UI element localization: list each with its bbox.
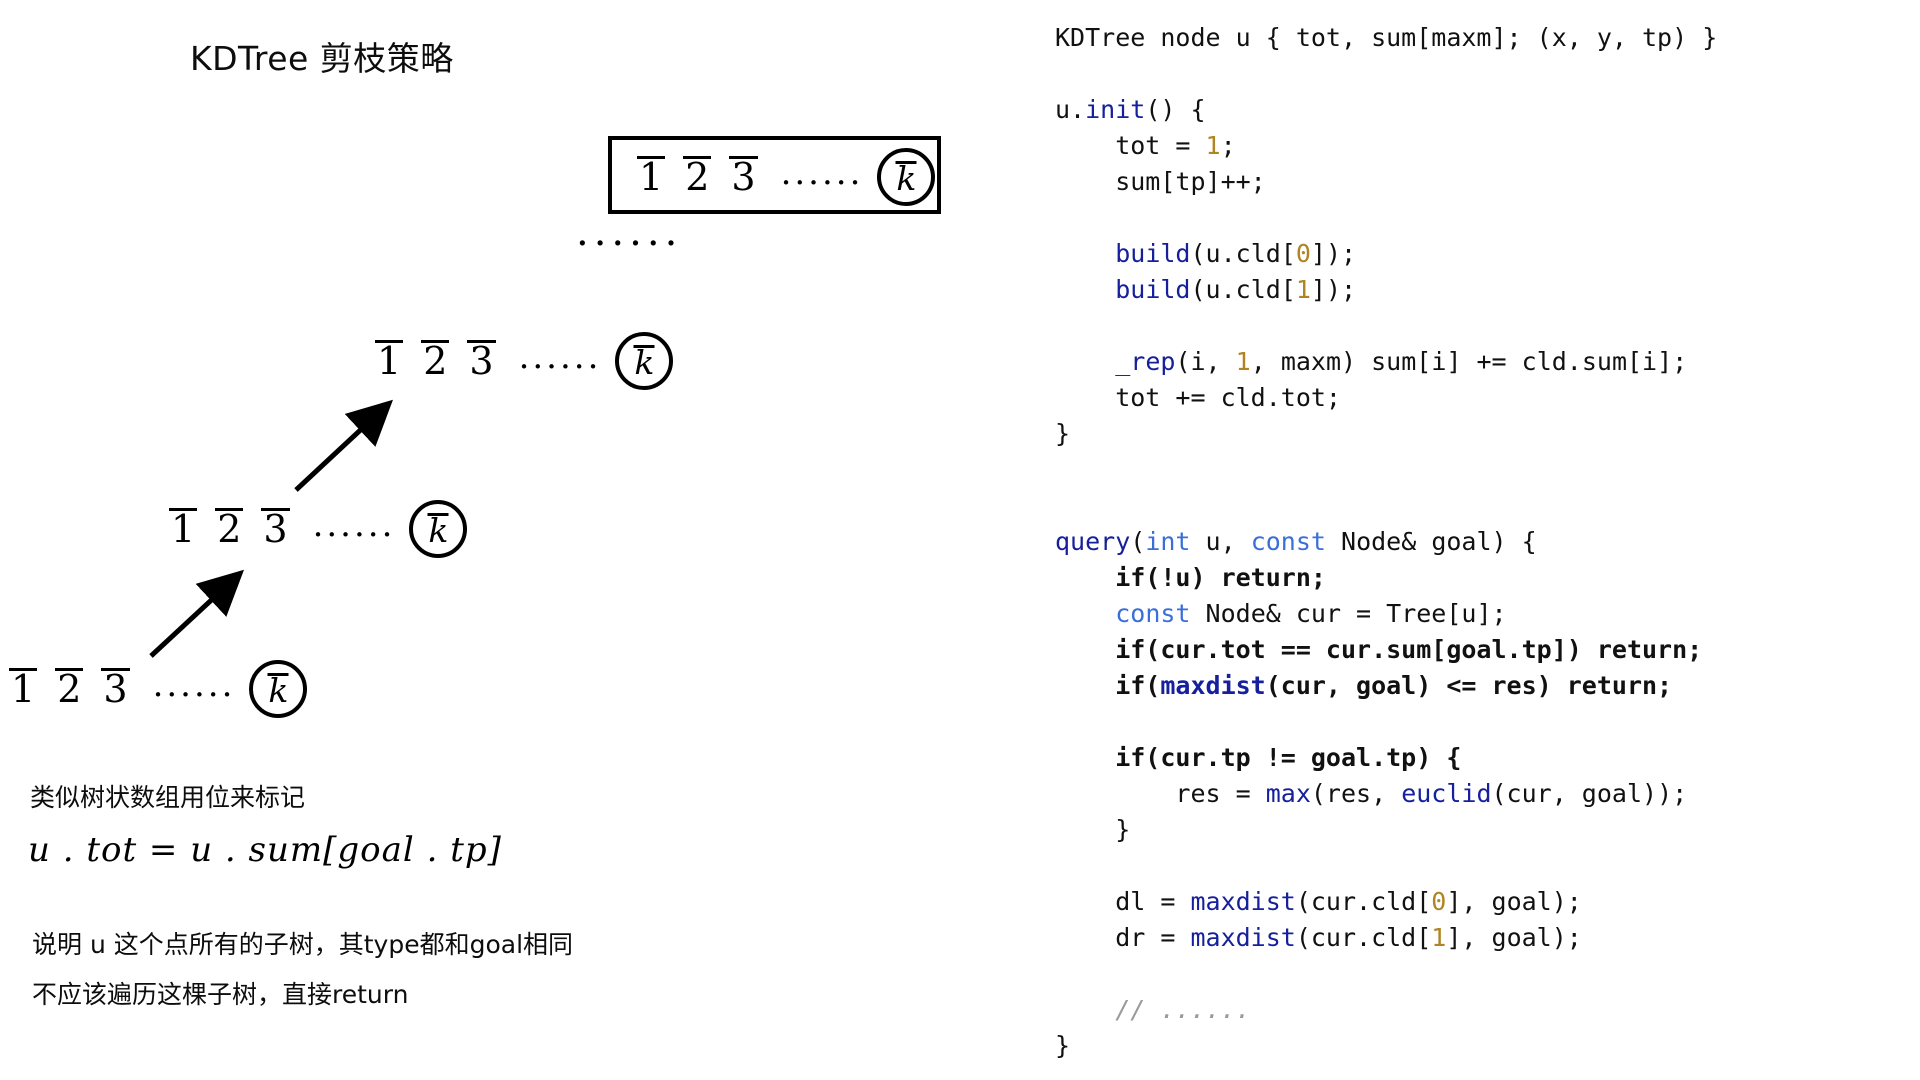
array-cell: 1 <box>169 507 198 551</box>
array-cell: 3 <box>729 155 758 199</box>
array-cell: 2 <box>215 507 244 551</box>
overbar <box>55 668 84 671</box>
arrow-up-right-icon <box>294 399 393 492</box>
formula-tot-equals-sum: u . tot = u . sum[goal . tp] <box>28 830 502 870</box>
overbar <box>683 156 712 159</box>
overbar <box>169 508 198 511</box>
k-label: k <box>268 670 289 710</box>
array-row-level3: 1 2 3 ...... k <box>160 500 468 558</box>
code-line: if(cur.tp != goal.tp) { <box>1055 743 1462 772</box>
array-cell: 2 <box>683 155 712 199</box>
overbar <box>215 508 244 511</box>
code-line: dr = maxdist(cur.cld[1], goal); <box>1055 923 1582 952</box>
code-line: KDTree node u { tot, sum[maxm]; (x, y, t… <box>1055 23 1718 52</box>
overbar <box>101 668 130 671</box>
k-label: k <box>428 510 449 550</box>
note-explanation-line1: 说明 u 这个点所有的子树，其type都和goal相同 <box>32 930 574 959</box>
overbar <box>637 156 666 159</box>
page-title: KDTree 剪枝策略 <box>190 39 454 78</box>
code-line: if(!u) return; <box>1055 563 1326 592</box>
array-row-level2: 1 2 3 ...... k <box>366 332 674 390</box>
highlighted-k-node: k <box>615 332 674 390</box>
ellipsis: ...... <box>780 153 864 193</box>
code-line: } <box>1055 815 1131 844</box>
code-line: _rep(i, 1, maxm) sum[i] += cld.sum[i]; <box>1115 347 1688 376</box>
code-line: const Node& cur = Tree[u]; <box>1115 599 1507 628</box>
array-cell: 1 <box>637 155 666 199</box>
k-label: k <box>896 158 917 198</box>
code-line: res = max(res, euclid(cur, goal)); <box>1055 779 1688 808</box>
overbar <box>261 508 290 511</box>
array-cell: 2 <box>421 339 450 383</box>
ellipsis: ...... <box>152 665 236 705</box>
code-line: build(u.cld[0]); <box>1115 239 1357 268</box>
overbar <box>375 340 404 343</box>
code-line: build(u.cld[1]); <box>1115 275 1357 304</box>
ellipsis: ...... <box>312 505 396 545</box>
highlighted-k-node: k <box>877 148 936 206</box>
code-line: if(cur.tot == cur.sum[goal.tp]) return; <box>1055 635 1703 664</box>
array-cell: 3 <box>467 339 496 383</box>
overbar <box>421 340 450 343</box>
ellipsis: ...... <box>518 337 602 377</box>
note-explanation-line2: 不应该遍历这棵子树，直接return <box>32 980 409 1009</box>
array-cell: 1 <box>9 667 38 711</box>
code-line: dl = maxdist(cur.cld[0], goal); <box>1055 887 1582 916</box>
array-cell: 1 <box>375 339 404 383</box>
array-cell: 3 <box>261 507 290 551</box>
overbar <box>729 156 758 159</box>
overbar <box>467 340 496 343</box>
code-line: // ...... <box>1055 995 1251 1024</box>
array-cell: 3 <box>101 667 130 711</box>
note-bit-marking: 类似树状数组用位来标记 <box>30 783 306 812</box>
diagram-panel: KDTree 剪枝策略 1 2 3 ...... k ...... 1 2 3 … <box>0 0 1040 1080</box>
array-row-root: 1 2 3 ...... k <box>628 148 936 206</box>
overbar <box>9 668 38 671</box>
code-line: query(int u, const Node& goal) { <box>1055 527 1537 556</box>
code-line: } <box>1055 419 1071 448</box>
code-block: KDTree node u { tot, sum[maxm]; (x, y, t… <box>1055 20 1920 1064</box>
highlighted-k-node: k <box>249 660 308 718</box>
arrow-up-right-icon <box>149 569 245 658</box>
code-line: tot = 1; <box>1055 131 1236 160</box>
code-line: if(maxdist(cur, goal) <= res) return; <box>1055 671 1673 700</box>
code-line: } <box>1055 1031 1071 1060</box>
code-line: tot += cld.tot; <box>1055 383 1341 412</box>
k-label: k <box>634 342 655 382</box>
array-row-level4: 1 2 3 ...... k <box>0 660 308 718</box>
level-ellipsis: ...... <box>576 209 683 255</box>
array-cell: 2 <box>55 667 84 711</box>
code-line: u.init() { <box>1055 95 1206 124</box>
code-line: sum[tp]++; <box>1055 167 1266 196</box>
highlighted-k-node: k <box>409 500 468 558</box>
